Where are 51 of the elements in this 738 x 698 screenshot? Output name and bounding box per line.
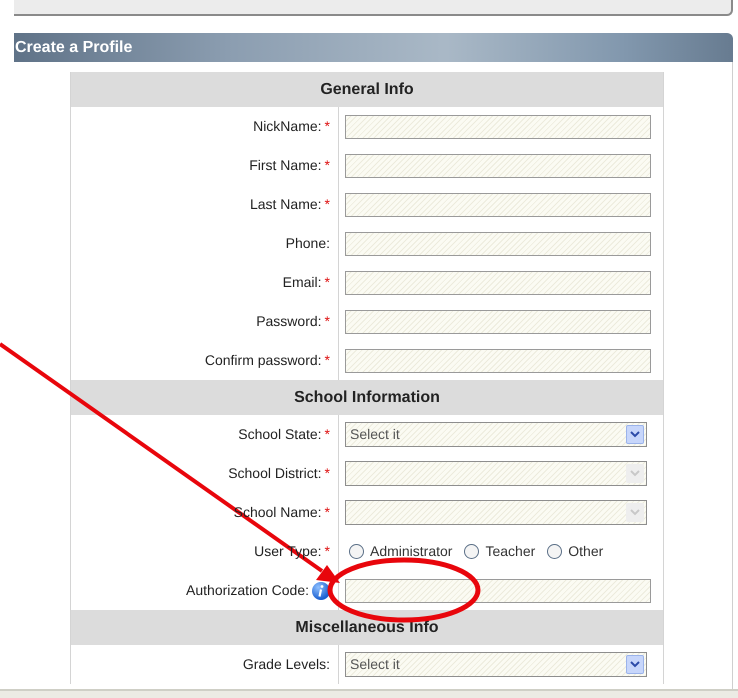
section-title: School Information bbox=[294, 388, 440, 408]
required-asterisk: * bbox=[324, 464, 330, 483]
radio-option[interactable]: Other bbox=[547, 541, 604, 562]
dropdown-value: Select it bbox=[350, 655, 400, 674]
field-label: Email: bbox=[282, 273, 322, 292]
text-field[interactable] bbox=[345, 232, 651, 256]
panel-title: Create a Profile bbox=[14, 38, 132, 58]
text-field[interactable] bbox=[345, 310, 651, 334]
radio-button[interactable] bbox=[547, 544, 562, 559]
text-field[interactable] bbox=[345, 154, 651, 178]
field-label: Last Name: bbox=[250, 195, 322, 214]
required-asterisk: * bbox=[324, 117, 330, 136]
chevron-icon bbox=[626, 425, 644, 444]
text-field[interactable] bbox=[345, 578, 651, 602]
required-asterisk: * bbox=[324, 312, 330, 331]
radio-button[interactable] bbox=[349, 544, 364, 559]
text-field[interactable] bbox=[345, 270, 651, 294]
chevron-icon bbox=[626, 464, 644, 483]
required-asterisk: * bbox=[324, 195, 330, 214]
field-label: Authorization Code: bbox=[186, 581, 309, 600]
text-field[interactable] bbox=[345, 114, 651, 138]
field-label: NickName: bbox=[253, 117, 322, 136]
required-asterisk: * bbox=[324, 351, 330, 370]
field-label: School State: bbox=[238, 425, 322, 444]
field-label: Password: bbox=[256, 312, 322, 331]
chevron-icon bbox=[626, 655, 644, 674]
radio-label: Administrator bbox=[370, 542, 452, 561]
radio-option[interactable]: Administrator bbox=[349, 541, 452, 562]
dropdown-field[interactable]: Select it bbox=[345, 652, 647, 677]
required-asterisk: * bbox=[324, 542, 330, 561]
field-label: First Name: bbox=[249, 156, 322, 175]
dropdown-field[interactable]: Select it bbox=[345, 422, 647, 447]
text-field[interactable] bbox=[345, 348, 651, 372]
dropdown-value: Select it bbox=[350, 425, 400, 444]
radio-label: Other bbox=[568, 542, 604, 561]
field-label: School District: bbox=[228, 464, 322, 483]
required-asterisk: * bbox=[324, 425, 330, 444]
required-asterisk: * bbox=[324, 273, 330, 292]
text-field[interactable] bbox=[345, 192, 651, 216]
field-label: Phone: bbox=[286, 234, 330, 253]
required-asterisk: * bbox=[324, 156, 330, 175]
field-label: Grade Levels: bbox=[242, 655, 330, 674]
section-title: Miscellaneous Info bbox=[295, 618, 439, 638]
required-asterisk: * bbox=[324, 503, 330, 522]
chevron-icon bbox=[626, 503, 644, 522]
radio-button[interactable] bbox=[464, 544, 480, 559]
radio-option[interactable]: Teacher bbox=[464, 541, 536, 562]
field-label: Confirm password: bbox=[204, 351, 322, 370]
radio-label: Teacher bbox=[485, 542, 536, 561]
info-icon[interactable] bbox=[312, 582, 330, 600]
section-title: General Info bbox=[320, 80, 414, 100]
